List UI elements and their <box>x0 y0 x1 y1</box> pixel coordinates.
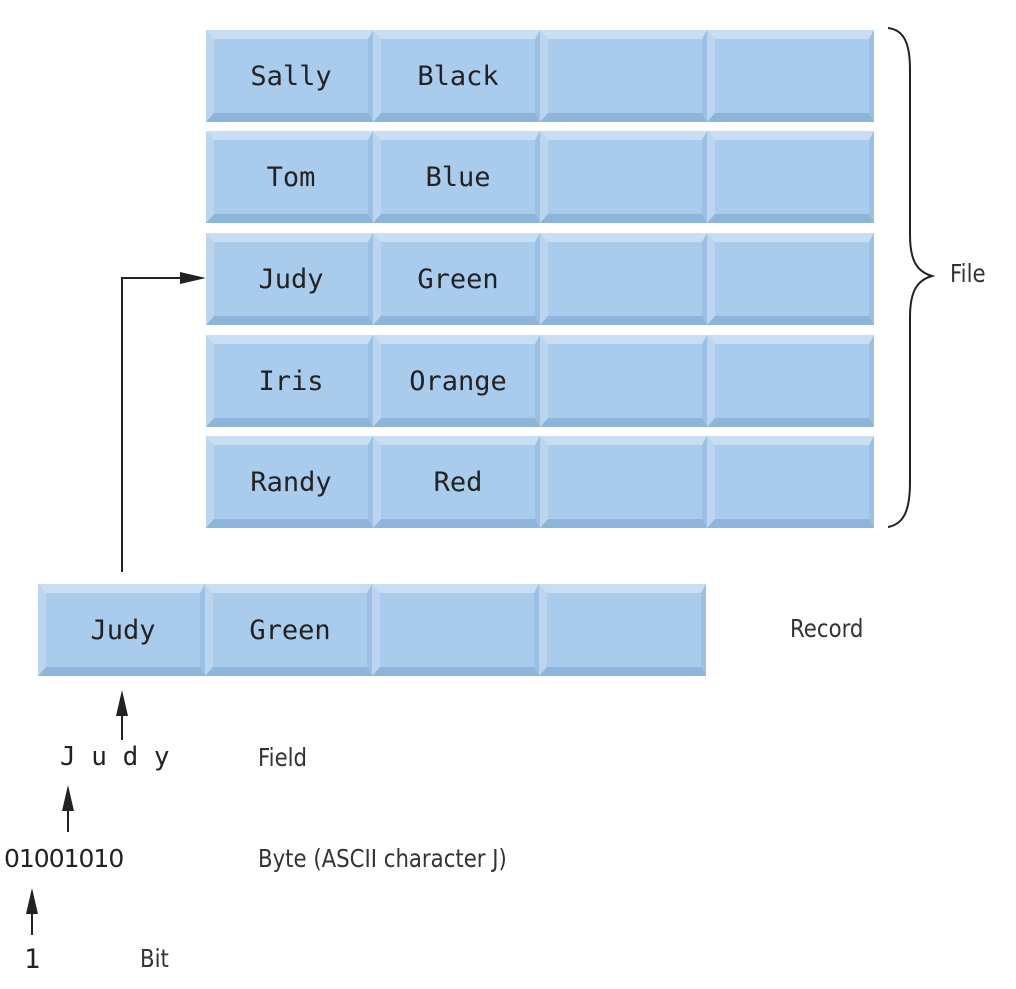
arrowhead-up-icon <box>116 690 128 716</box>
file-brace <box>887 27 936 528</box>
connectors <box>26 27 936 935</box>
record-to-file-arrow <box>121 277 190 572</box>
arrowhead-up-icon <box>26 888 38 914</box>
arrowhead-right-icon <box>180 272 206 284</box>
arrowhead-up-icon <box>62 785 74 811</box>
